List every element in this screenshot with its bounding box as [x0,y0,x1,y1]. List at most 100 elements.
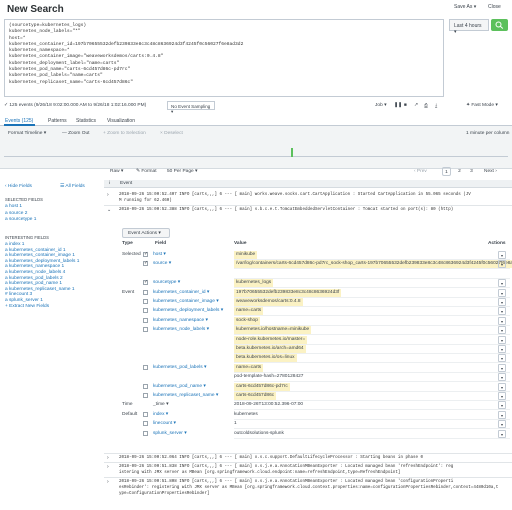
print-icon[interactable]: ⎙ [424,103,428,109]
selected-field-item[interactable]: a sourcetype 1 [5,217,36,222]
field-actions-dropdown[interactable]: ▾ [498,279,506,288]
list-type-dropdown[interactable]: Raw ▾ [110,169,123,174]
field-checkbox[interactable] [143,430,148,436]
per-page-dropdown[interactable]: 50 Per Page ▾ [167,169,197,174]
pause-icon[interactable]: ❚❚ [394,103,402,108]
interesting-field-item[interactable]: a splunk_server 1 [5,298,43,303]
detail-field-name[interactable]: host ▾ [153,252,166,257]
field-actions-dropdown[interactable]: ▾ [498,373,506,382]
detail-field-name[interactable]: splunk_server ▾ [153,431,187,436]
format-button[interactable]: ✎ Format [136,169,157,174]
export-icon[interactable]: ⤓ [435,103,437,109]
tab-statistics[interactable]: Statistics [76,118,96,124]
selected-field-item[interactable]: a host 1 [5,204,22,209]
field-checkbox[interactable] [143,364,148,370]
interesting-field-item[interactable]: a kubernetes_namespace 1 [5,264,64,269]
field-checkbox[interactable] [143,308,148,314]
field-checkbox[interactable] [143,260,148,267]
selected-field-item[interactable]: a source 2 [5,211,27,216]
detail-field-name[interactable]: kubernetes_node_labels ▾ [153,327,209,332]
field-checkbox[interactable] [143,393,148,398]
stop-icon[interactable]: ■ [404,103,407,108]
zoom-to-selection-button[interactable]: + Zoom to Selection [103,131,146,136]
field-checkbox[interactable] [143,383,148,389]
detail-field-row: Default index ▾ kubernetes ▾ [118,410,510,420]
detail-field-name[interactable]: source ▾ [153,261,171,266]
field-checkbox[interactable] [143,317,148,323]
interesting-field-item[interactable]: a kubernetes_pod_labels 2 [5,276,63,281]
field-checkbox[interactable] [143,299,148,304]
search-mode-dropdown[interactable]: ✦ Fast Mode ▾ [466,103,498,108]
interesting-field-item[interactable]: a index 1 [5,242,24,247]
field-actions-dropdown[interactable]: ▾ [498,251,506,259]
detail-field-name[interactable]: sourcetype ▾ [153,280,180,285]
format-timeline-dropdown[interactable]: Format Timeline ▾ [8,131,46,136]
expand-chevron-icon[interactable]: › [107,464,109,470]
timeline-bar-column[interactable] [291,148,293,157]
interesting-field-item[interactable]: a kubernetes_pod_name 1 [5,281,62,286]
field-actions-dropdown[interactable]: ▾ [498,392,506,400]
field-actions-dropdown[interactable]: ▾ [498,401,506,410]
detail-field-name[interactable]: kubernetes_deployment_labels ▾ [153,308,223,313]
detail-field-name[interactable]: _time ▾ [153,402,168,407]
detail-field-name[interactable]: kubernetes_namespace ▾ [153,318,208,323]
detail-field-name[interactable]: kubernetes_pod_labels ▾ [153,365,206,370]
search-query-input[interactable]: (sourcetype=kubernetes_logs) kubernetes_n… [4,19,444,97]
interesting-field-item[interactable]: a kubernetes_node_labels 4 [5,270,65,275]
field-actions-dropdown[interactable]: ▾ [498,345,506,353]
field-actions-dropdown[interactable]: ▾ [498,410,506,419]
field-checkbox[interactable] [143,289,148,295]
field-actions-dropdown[interactable]: ▾ [498,288,506,297]
expand-chevron-icon[interactable]: › [107,192,109,198]
field-checkbox[interactable] [143,279,148,286]
collapse-chevron-icon[interactable]: ⌄ [107,207,111,213]
field-checkbox[interactable] [143,251,148,257]
interesting-field-item[interactable]: a kubernetes_container_id 1 [5,248,66,253]
extract-new-fields-link[interactable]: + Extract New Fields [5,304,49,309]
share-icon[interactable]: ↗ [414,103,418,108]
expand-chevron-icon[interactable]: › [107,455,109,461]
detail-field-name[interactable]: linecount ▾ [153,421,176,426]
field-actions-dropdown[interactable]: ▾ [498,382,506,391]
field-actions-dropdown[interactable]: ▾ [498,307,506,316]
detail-field-name[interactable]: kubernetes_pod_name ▾ [153,384,206,389]
field-checkbox[interactable] [143,411,148,417]
detail-field-name[interactable]: index ▾ [153,412,168,417]
field-actions-dropdown[interactable]: ▾ [498,326,506,335]
detail-field-name[interactable]: kubernetes_replicaset_name ▾ [153,393,218,398]
job-menu[interactable]: Job ▾ [375,103,386,108]
time-range-picker[interactable]: Last 4 hours ▾ [449,19,489,35]
detail-field-value: sock-shop [234,316,260,325]
field-actions-dropdown[interactable]: ▾ [498,260,506,269]
field-actions-dropdown[interactable]: ▾ [498,354,506,363]
field-actions-dropdown[interactable]: ▾ [498,420,506,429]
next-page-button[interactable]: Next › [484,169,497,174]
detail-field-name[interactable]: kubernetes_container_image ▾ [153,299,219,304]
expand-chevron-icon[interactable]: › [107,479,109,485]
all-fields-button[interactable]: ☰ All Fields [60,184,85,189]
page-3-button[interactable]: 3 [467,167,476,176]
zoom-out-button[interactable]: — Zoom Out [62,131,89,136]
tab-patterns[interactable]: Patterns [48,118,67,124]
field-checkbox[interactable] [143,421,148,427]
interesting-field-item[interactable]: a kubernetes_container_image 1 [5,253,75,258]
page-1-button[interactable]: 1 [442,167,451,176]
field-actions-dropdown[interactable]: ▾ [498,298,506,306]
field-actions-dropdown[interactable]: ▾ [498,429,506,438]
detail-field-name[interactable]: kubernetes_container_id ▾ [153,290,209,295]
close-button[interactable]: Close [488,4,501,10]
page-2-button[interactable]: 2 [455,167,464,176]
prev-page-button[interactable]: ‹ Prev [414,169,427,174]
field-actions-dropdown[interactable]: ▾ [498,316,506,325]
event-sampling-dropdown[interactable]: No Event Sampling ▾ [167,101,215,114]
field-actions-dropdown[interactable]: ▾ [498,335,506,344]
tab-visualization[interactable]: Visualization [107,118,135,124]
deselect-button[interactable]: × Deselect [160,131,183,136]
search-button[interactable] [491,19,508,31]
event-actions-button[interactable]: Event Actions ▾ [122,228,170,238]
field-actions-dropdown[interactable]: ▾ [498,363,506,372]
field-checkbox[interactable] [143,327,148,333]
hide-fields-button[interactable]: ‹ Hide Fields [5,184,32,189]
interesting-field-item[interactable]: # linecount 3 [5,292,32,297]
save-as-button[interactable]: Save As ▾ [454,4,476,10]
